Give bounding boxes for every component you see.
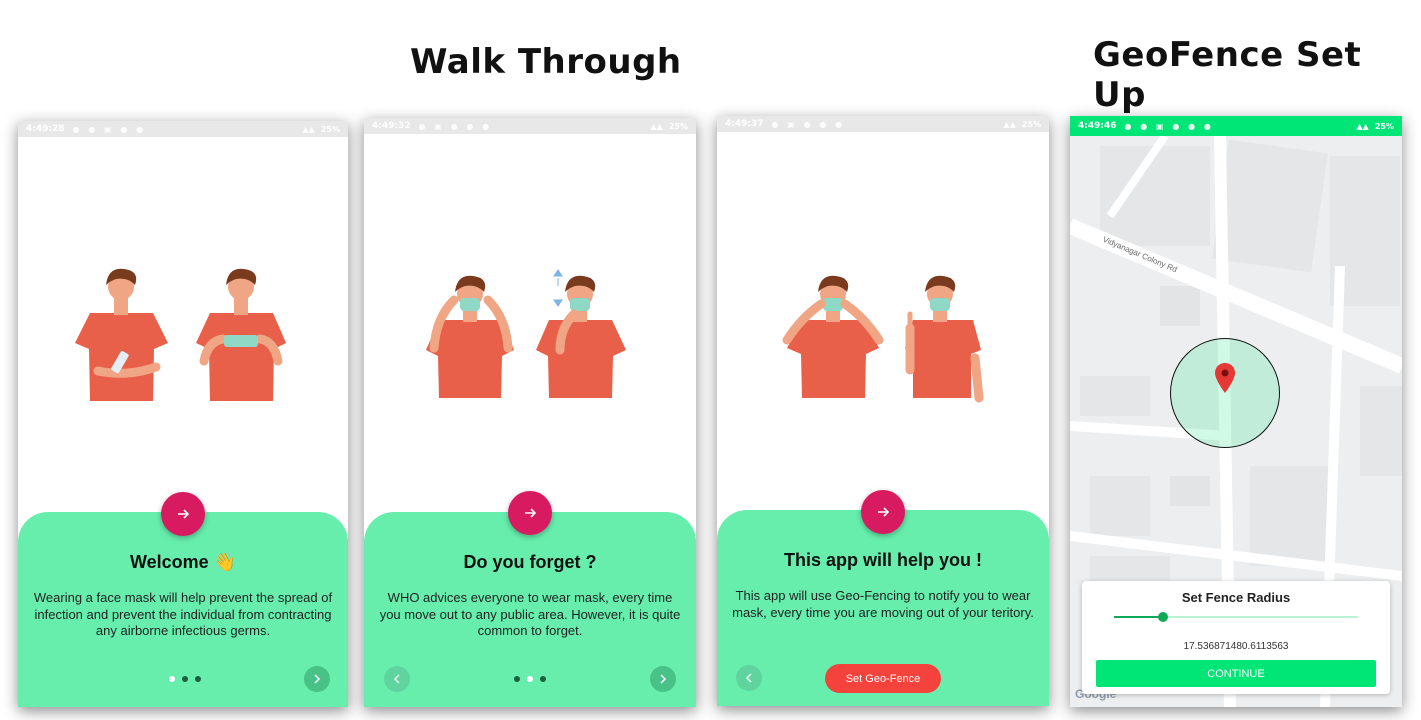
notification-icons: ● ● ▣ ● ● ●: [1124, 121, 1214, 131]
page-dot: [182, 676, 188, 682]
continue-fab[interactable]: [508, 491, 552, 535]
radius-slider[interactable]: [1114, 612, 1358, 622]
chevron-left-icon: [393, 674, 400, 684]
phone-forget: 4:49:32 ● ▣ ● ● ● ▲▲ 25% Do you forget ? …: [364, 118, 696, 707]
continue-button[interactable]: CONTINUE: [1096, 660, 1376, 687]
screen-description: Wearing a face mask will help prevent th…: [33, 590, 333, 638]
status-bar: 4:49:37 ● ▣ ● ● ● ▲▲ 25%: [717, 116, 1049, 132]
phone-help: 4:49:37 ● ▣ ● ● ● ▲▲ 25% This app will he…: [717, 116, 1049, 706]
person-putting-mask: [426, 275, 514, 398]
status-right: ▲▲ 25%: [1357, 122, 1394, 131]
arrow-right-icon: [878, 507, 890, 517]
next-button[interactable]: [304, 666, 330, 692]
geofence-heading: GeoFence Set Up: [1093, 35, 1362, 115]
screen-title: Welcome 👋: [129, 552, 237, 572]
status-bar: 4:49:28 ● ● ▣ ● ● ▲▲ 25%: [18, 121, 348, 137]
mask-sanitizer-illustration: [75, 268, 286, 401]
phone-geofence: 4:49:46 ● ● ▣ ● ● ● ▲▲ 25% Vidyanagar Col…: [1070, 116, 1402, 707]
arrow-right-icon: [178, 509, 190, 519]
page-dot: [195, 676, 201, 682]
notification-icons: ● ● ▣ ● ●: [72, 124, 147, 134]
arrow-right-icon: [525, 508, 537, 518]
battery-level: 25%: [1021, 119, 1041, 129]
page-indicator: [514, 676, 546, 682]
page-dot: [540, 676, 546, 682]
phone-welcome: 4:49:28 ● ● ▣ ● ● ▲▲ 25% Welcome 👋 Wearin…: [18, 121, 348, 707]
page-dot: [514, 676, 520, 682]
card-title: Set Fence Radius: [1181, 590, 1291, 605]
notification-icons: ● ▣ ● ● ●: [771, 119, 846, 129]
signal-icon: ▲▲: [302, 124, 315, 134]
status-bar: 4:49:46 ● ● ▣ ● ● ● ▲▲ 25%: [1070, 116, 1402, 136]
chevron-right-icon: [314, 674, 321, 684]
mask-wearing-illustration: [426, 269, 626, 398]
person-holding-mask: [196, 268, 286, 401]
prev-button[interactable]: [736, 665, 762, 691]
page-dot: [527, 676, 533, 682]
status-right: ▲▲ 25%: [303, 125, 340, 134]
person-adjusting-mask: [536, 269, 626, 398]
battery-level: 25%: [1374, 121, 1394, 131]
notification-icons: ● ▣ ● ● ●: [418, 121, 493, 131]
signal-icon: ▲▲: [1003, 119, 1016, 129]
chevron-left-icon: [745, 673, 752, 683]
info-panel: This app will help you ! This app will u…: [717, 510, 1049, 706]
slider-fill: [1114, 616, 1163, 618]
page-dot: [169, 676, 175, 682]
info-panel: Do you forget ? WHO advices everyone to …: [364, 512, 696, 707]
person-sanitizer: [75, 268, 168, 401]
set-geofence-button[interactable]: Set Geo-Fence: [825, 664, 941, 693]
status-right: ▲▲ 25%: [651, 122, 688, 131]
status-time: 4:49:37: [725, 119, 764, 129]
status-right: ▲▲ 25%: [1004, 120, 1041, 129]
info-panel: Welcome 👋 Wearing a face mask will help …: [18, 512, 348, 707]
person-thumbs-up: [905, 275, 984, 403]
screen-title: This app will help you !: [783, 550, 982, 570]
signal-icon: ▲▲: [650, 121, 663, 131]
screen-description: WHO advices everyone to wear mask, every…: [379, 590, 681, 638]
radius-value: 17.536871480.6113563: [1183, 641, 1289, 652]
next-button[interactable]: [650, 666, 676, 692]
fence-radius-card: Set Fence Radius 17.536871480.6113563 CO…: [1082, 581, 1390, 694]
walkthrough-heading: Walk Through: [410, 42, 682, 82]
screen-description: This app will use Geo-Fencing to notify …: [732, 588, 1034, 620]
mask-thumbs-up-illustration: [782, 275, 984, 403]
person-tying-mask: [782, 275, 884, 398]
signal-icon: ▲▲: [1356, 121, 1369, 131]
continue-fab[interactable]: [861, 490, 905, 534]
status-time: 4:49:28: [26, 124, 65, 134]
screen-title: Do you forget ?: [463, 552, 597, 572]
chevron-right-icon: [660, 674, 667, 684]
battery-level: 25%: [320, 124, 340, 134]
prev-button[interactable]: [384, 666, 410, 692]
slider-thumb[interactable]: [1157, 612, 1168, 622]
continue-fab[interactable]: [161, 492, 205, 536]
status-time: 4:49:46: [1078, 121, 1117, 131]
battery-level: 25%: [668, 121, 688, 131]
status-time: 4:49:32: [372, 121, 411, 131]
map-pin-icon: [1215, 363, 1235, 393]
page-indicator: [169, 676, 201, 682]
status-bar: 4:49:32 ● ▣ ● ● ● ▲▲ 25%: [364, 118, 696, 134]
